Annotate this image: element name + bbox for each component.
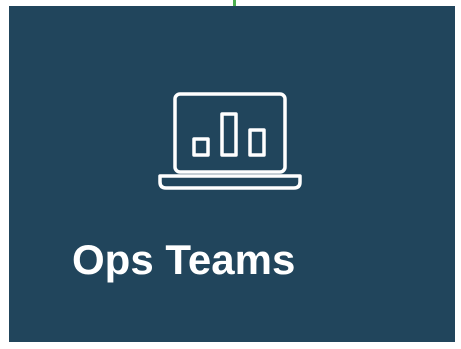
card-title: Ops Teams	[72, 236, 296, 283]
laptop-bar-chart-icon	[158, 92, 302, 190]
ops-teams-tile[interactable]: Ops Teams	[9, 6, 455, 342]
page-frame: Ops Teams	[0, 0, 461, 349]
